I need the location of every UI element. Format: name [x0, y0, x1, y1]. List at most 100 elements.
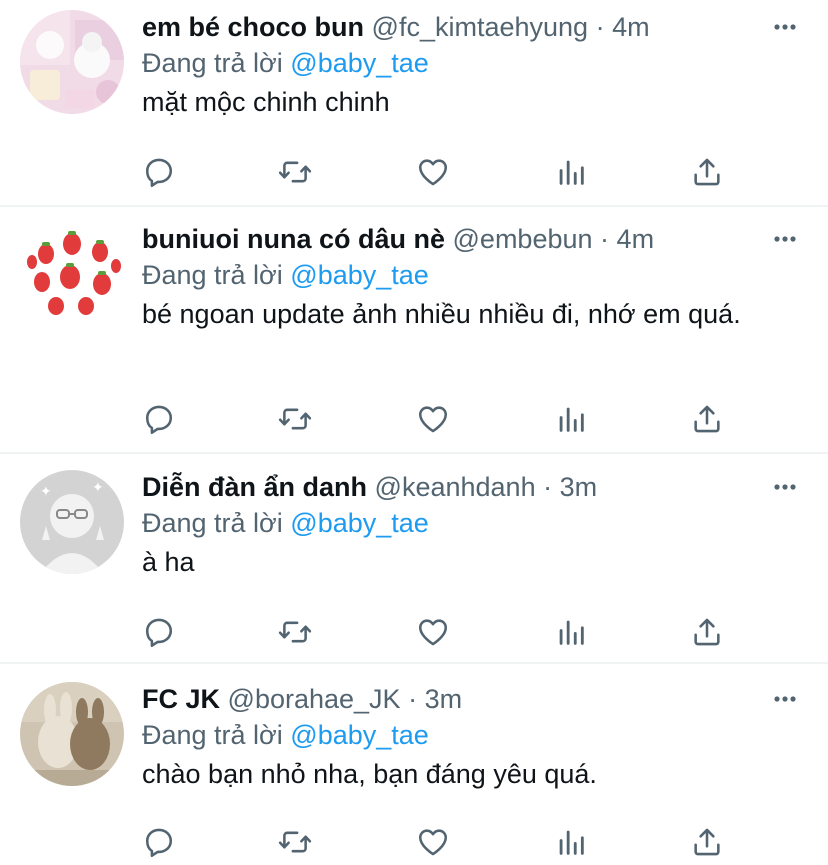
svg-text:✦: ✦ [92, 480, 104, 496]
reply-icon [142, 402, 176, 436]
avatar[interactable]: ✦ ✦ [20, 470, 124, 574]
replying-to: Đang trả lời @baby_tae [142, 718, 429, 752]
timestamp[interactable]: 3m [425, 684, 463, 714]
user-handle[interactable]: @keanhdanh [375, 472, 536, 502]
analytics-button[interactable] [554, 155, 588, 189]
timestamp[interactable]: 3m [560, 472, 598, 502]
reply-button[interactable] [142, 615, 176, 649]
display-name[interactable]: em bé choco bun [142, 12, 364, 42]
analytics-button[interactable] [554, 825, 588, 859]
action-bar [142, 155, 742, 189]
share-button[interactable] [690, 615, 724, 649]
tweet-text: à ha [142, 547, 195, 577]
analytics-icon [554, 155, 588, 189]
share-icon [690, 825, 724, 859]
display-name[interactable]: FC JK [142, 684, 220, 714]
reply-icon [142, 825, 176, 859]
divider [0, 205, 828, 207]
like-button[interactable] [416, 402, 450, 436]
replying-to-label: Đang trả lời [142, 48, 283, 78]
tweet-header: buniuoi nuna có dâu nè @embebun · 4m [142, 222, 654, 256]
action-bar [142, 402, 742, 436]
share-icon [690, 402, 724, 436]
like-icon [416, 402, 450, 436]
more-icon[interactable] [772, 14, 798, 40]
separator-dot: · [408, 684, 418, 714]
reply-button[interactable] [142, 402, 176, 436]
replying-to: Đang trả lời @baby_tae [142, 46, 429, 80]
mention-link[interactable]: @baby_tae [290, 508, 429, 538]
mention-link[interactable]: @baby_tae [290, 720, 429, 750]
tweet-text: chào bạn nhỏ nha, bạn đáng yêu quá. [142, 759, 597, 789]
action-bar [142, 615, 742, 649]
reply-button[interactable] [142, 825, 176, 859]
like-button[interactable] [416, 825, 450, 859]
analytics-icon [554, 402, 588, 436]
mention-link[interactable]: @baby_tae [290, 260, 429, 290]
svg-text:✦: ✦ [40, 484, 52, 500]
analytics-icon [554, 615, 588, 649]
tweet[interactable]: buniuoi nuna có dâu nè @embebun · 4m Đan… [0, 212, 828, 452]
reply-icon [142, 615, 176, 649]
more-icon[interactable] [772, 686, 798, 712]
user-handle[interactable]: @borahae_JK [228, 684, 401, 714]
tweet-header: Diễn đàn ẩn danh @keanhdanh · 3m [142, 470, 597, 504]
avatar-image [20, 682, 124, 786]
analytics-icon [554, 825, 588, 859]
retweet-button[interactable] [278, 402, 312, 436]
tweet-text: mặt mộc chinh chinh [142, 87, 390, 117]
tweet-header: FC JK @borahae_JK · 3m [142, 682, 462, 716]
mention-link[interactable]: @baby_tae [290, 48, 429, 78]
retweet-button[interactable] [278, 155, 312, 189]
like-icon [416, 155, 450, 189]
share-button[interactable] [690, 155, 724, 189]
timestamp[interactable]: 4m [617, 224, 655, 254]
avatar[interactable] [20, 682, 124, 786]
more-icon[interactable] [772, 474, 798, 500]
like-button[interactable] [416, 615, 450, 649]
share-button[interactable] [690, 825, 724, 859]
like-button[interactable] [416, 155, 450, 189]
avatar-image: ✦ ✦ [20, 470, 124, 574]
replying-to: Đang trả lời @baby_tae [142, 258, 429, 292]
share-icon [690, 155, 724, 189]
replying-to-label: Đang trả lời [142, 720, 283, 750]
share-icon [690, 615, 724, 649]
user-handle[interactable]: @fc_kimtaehyung [372, 12, 589, 42]
action-bar [142, 825, 742, 859]
avatar-image [20, 10, 124, 114]
avatar[interactable] [20, 222, 124, 326]
avatar[interactable] [20, 10, 124, 114]
retweet-icon [278, 402, 312, 436]
user-handle[interactable]: @embebun [453, 224, 593, 254]
tweet[interactable]: ✦ ✦ Diễn đàn ẩn danh @keanhdanh · 3m Đan… [0, 460, 828, 662]
like-icon [416, 825, 450, 859]
tweet[interactable]: em bé choco bun @fc_kimtaehyung · 4m Đan… [0, 0, 828, 205]
retweet-icon [278, 155, 312, 189]
more-icon[interactable] [772, 226, 798, 252]
retweet-icon [278, 825, 312, 859]
display-name[interactable]: Diễn đàn ẩn danh [142, 472, 367, 502]
retweet-button[interactable] [278, 615, 312, 649]
like-icon [416, 615, 450, 649]
divider [0, 452, 828, 454]
tweet-text: bé ngoan update ảnh nhiều nhiều đi, nhớ … [142, 299, 741, 329]
analytics-button[interactable] [554, 615, 588, 649]
replying-to: Đang trả lời @baby_tae [142, 506, 429, 540]
avatar-image [20, 222, 124, 326]
display-name[interactable]: buniuoi nuna có dâu nè [142, 224, 445, 254]
separator-dot: · [600, 224, 610, 254]
tweet-header: em bé choco bun @fc_kimtaehyung · 4m [142, 10, 650, 44]
retweet-button[interactable] [278, 825, 312, 859]
replying-to-label: Đang trả lời [142, 260, 283, 290]
reply-icon [142, 155, 176, 189]
analytics-button[interactable] [554, 402, 588, 436]
tweet[interactable]: FC JK @borahae_JK · 3m Đang trả lời @bab… [0, 672, 828, 865]
separator-dot: · [543, 472, 553, 502]
share-button[interactable] [690, 402, 724, 436]
replying-to-label: Đang trả lời [142, 508, 283, 538]
separator-dot: · [595, 12, 605, 42]
reply-button[interactable] [142, 155, 176, 189]
retweet-icon [278, 615, 312, 649]
timestamp[interactable]: 4m [612, 12, 650, 42]
